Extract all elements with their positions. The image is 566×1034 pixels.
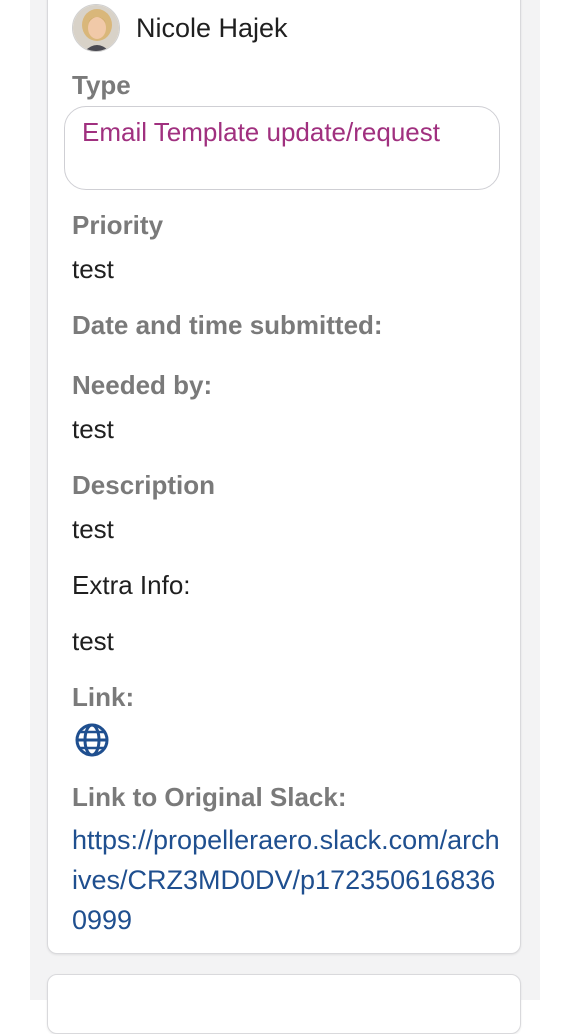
priority-value: test: [72, 254, 114, 284]
needed-by-value: test: [72, 414, 114, 444]
extra-info-value: test: [72, 626, 114, 656]
owner-name: Nicole Hajek: [136, 13, 288, 43]
submitted-label: Date and time submitted:: [72, 310, 383, 340]
avatar-photo: [73, 5, 119, 51]
slack-link[interactable]: https://propelleraero.slack.com/archives…: [72, 820, 502, 940]
needed-by-label: Needed by:: [72, 370, 213, 400]
priority-label: Priority: [72, 210, 164, 240]
next-card: [47, 974, 521, 1034]
type-value: Email Template update/request: [82, 117, 440, 147]
description-label: Description: [72, 470, 216, 500]
description-value: test: [72, 514, 114, 544]
type-label: Type: [72, 70, 131, 100]
globe-icon-graphic: [75, 723, 109, 757]
globe-icon[interactable]: [74, 722, 110, 758]
avatar[interactable]: [72, 4, 120, 52]
slack-link-label: Link to Original Slack:: [72, 782, 347, 812]
extra-info-label: Extra Info:: [72, 570, 191, 600]
link-label: Link:: [72, 682, 135, 712]
